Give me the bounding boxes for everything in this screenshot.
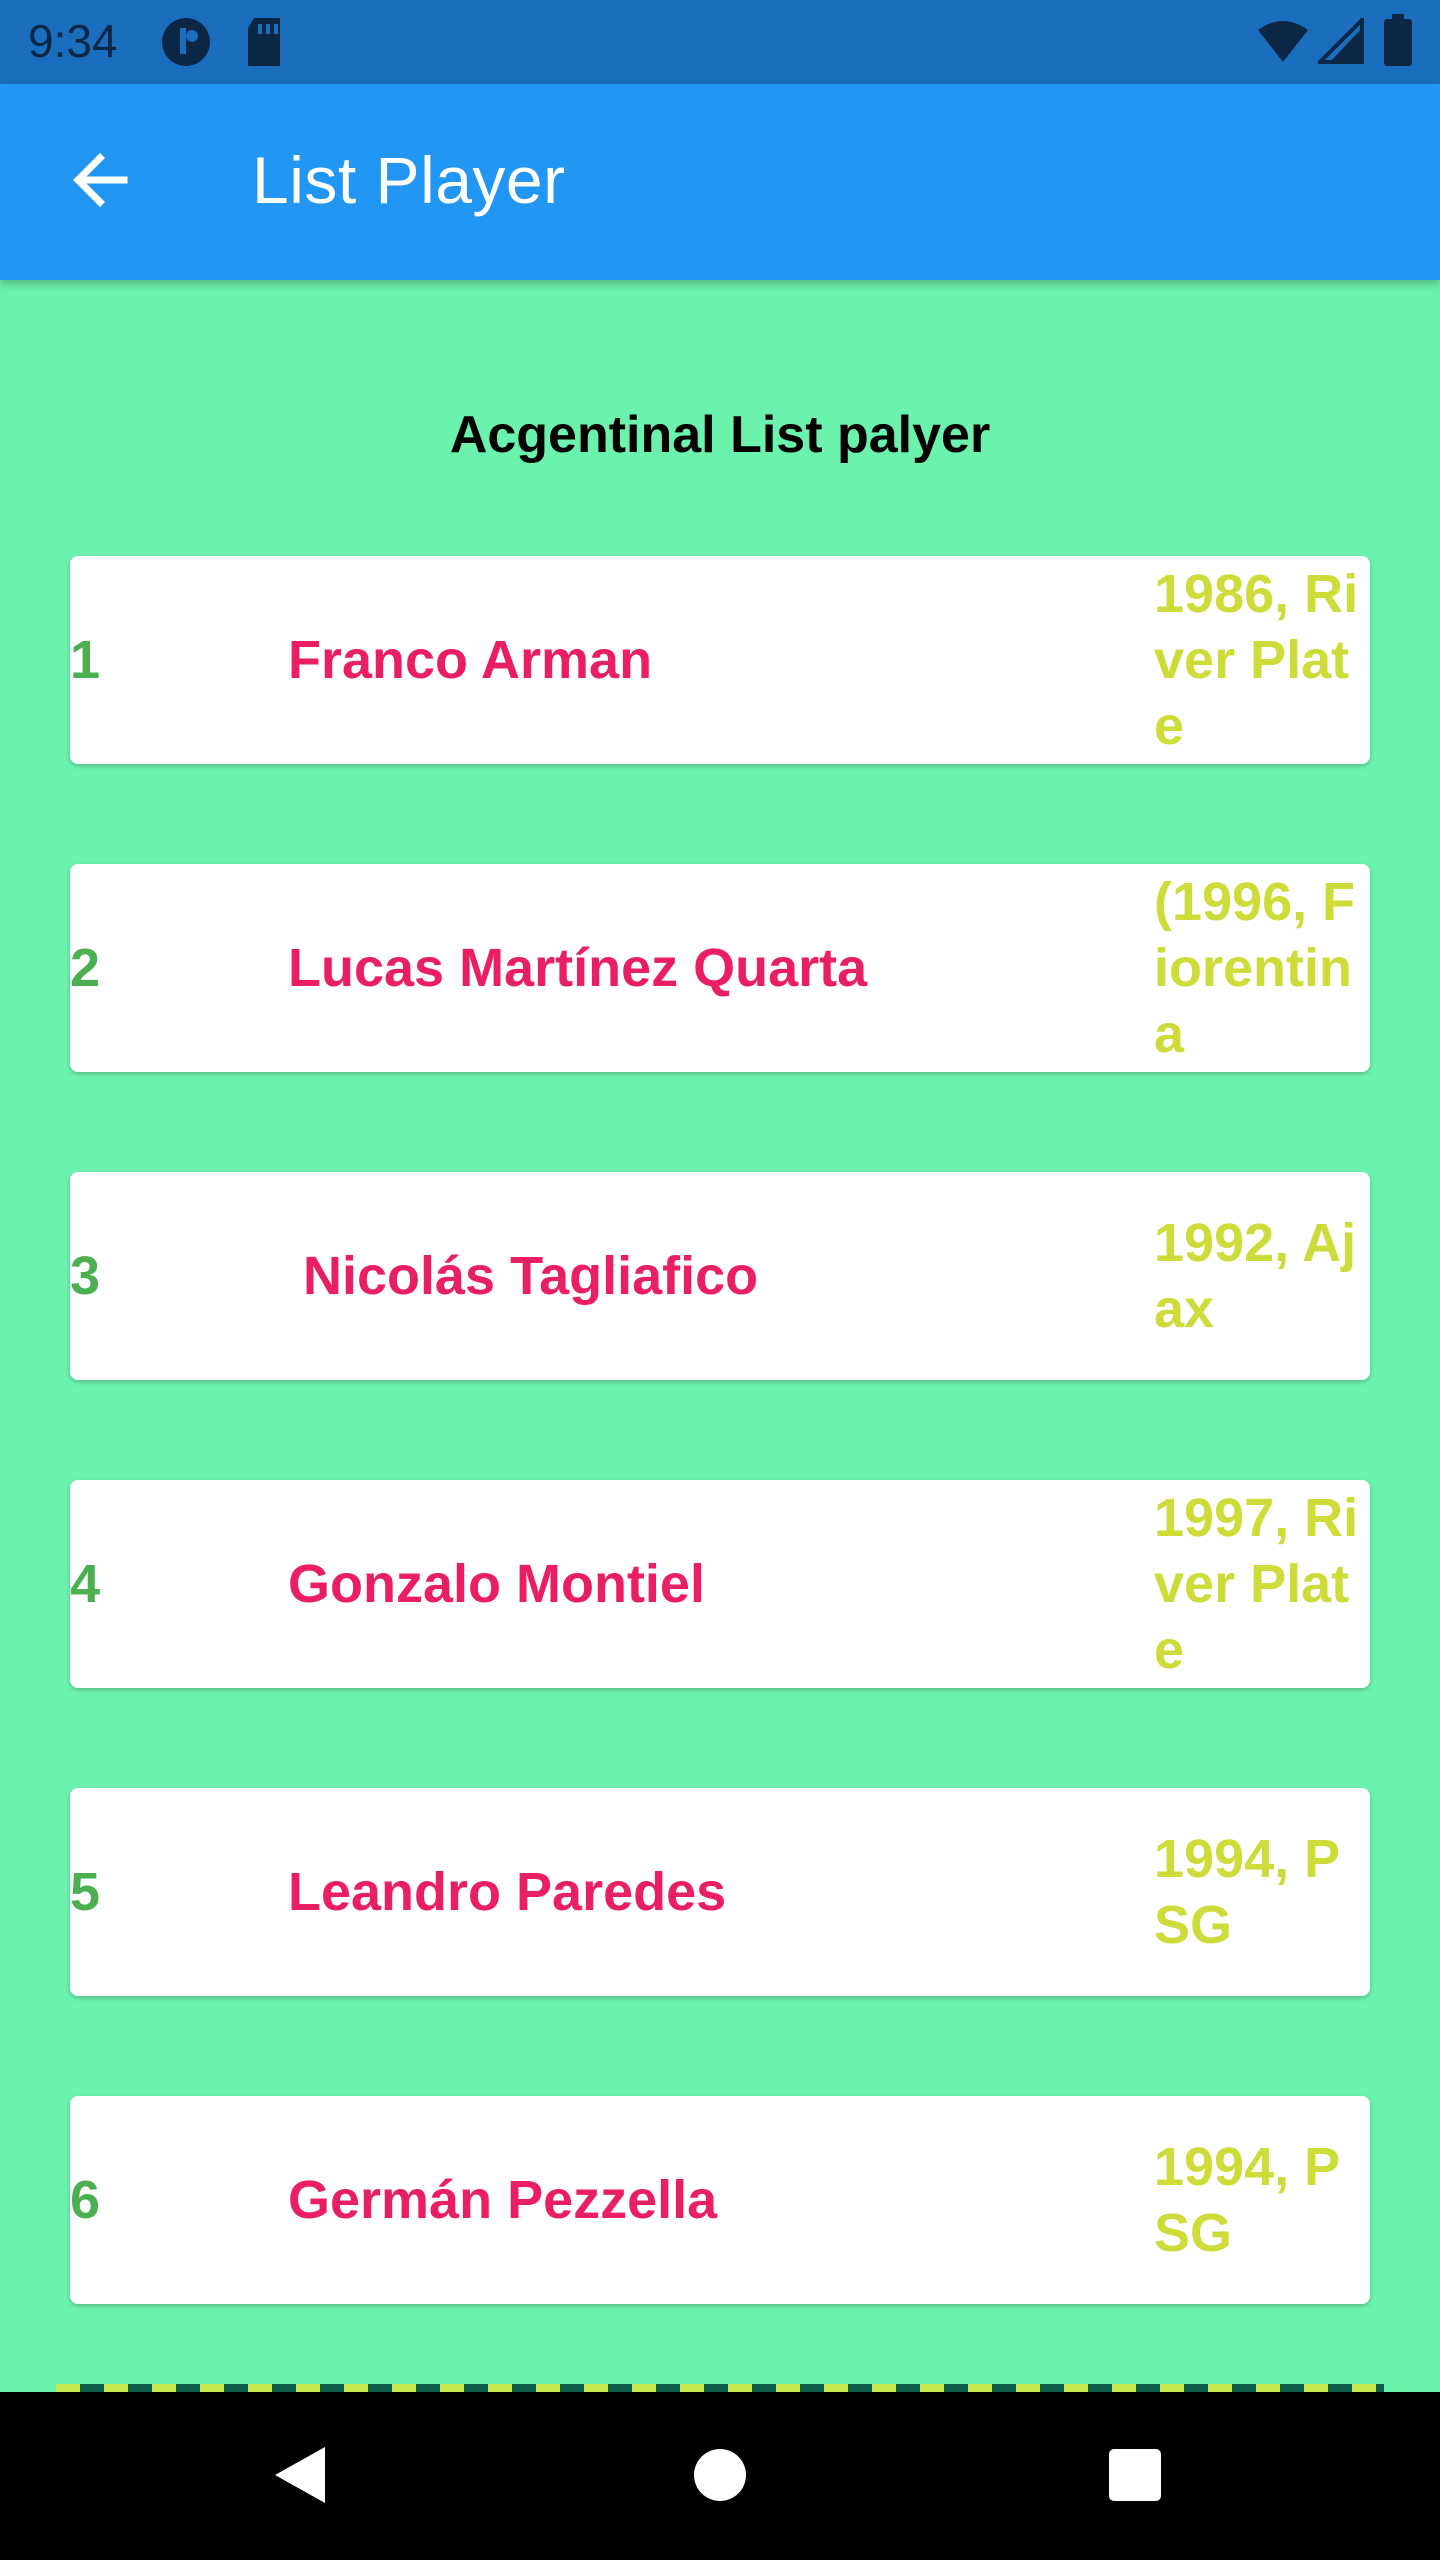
status-time: 9:34 [28, 15, 118, 67]
player-name: Germán Pezzella [288, 2170, 718, 2230]
wifi-icon [1256, 18, 1310, 69]
player-name: Franco Arman [288, 630, 653, 690]
player-card[interactable]: 6 Germán Pezzella 1994, PSG [70, 2096, 1370, 2304]
player-name: Leandro Paredes [288, 1862, 727, 1922]
arrow-back-icon [68, 148, 132, 217]
sd-card-icon [244, 16, 284, 73]
player-number: 3 [70, 1246, 101, 1306]
battery-icon [1384, 14, 1412, 71]
player-name: Nicolás Tagliafico [288, 1246, 759, 1306]
player-card[interactable]: 4 Gonzalo Montiel 1997, River Plate [70, 1480, 1370, 1688]
list-heading: Acgentinal List palyer [449, 406, 991, 464]
player-name: Lucas Martínez Quarta [288, 938, 868, 998]
nav-home-button[interactable] [675, 2432, 765, 2522]
player-info: 1997, River Plate [1154, 1488, 1359, 1680]
home-circle-icon [692, 2447, 748, 2508]
player-number: 4 [70, 1554, 101, 1614]
signal-icon [1315, 15, 1364, 69]
nav-back-button[interactable] [254, 2432, 344, 2522]
overflow-indicator [56, 2384, 1384, 2392]
player-info: (1996, Fiorentina [1154, 872, 1356, 1064]
player-card[interactable]: 1 Franco Arman 1986, River Plate [70, 556, 1370, 764]
player-number: 2 [70, 938, 101, 998]
player-info: 1994, PSG [1154, 2137, 1341, 2263]
back-triangle-icon [269, 2443, 329, 2512]
back-button[interactable] [52, 134, 148, 230]
player-number: 6 [70, 2170, 101, 2230]
player-info: 1986, River Plate [1154, 564, 1359, 756]
status-bar: 9:34 [0, 0, 1440, 84]
player-info: 1994, PSG [1154, 1829, 1341, 1955]
app-bar: List Player [0, 84, 1440, 280]
player-name: Gonzalo Montiel [288, 1554, 705, 1614]
player-number: 1 [70, 630, 101, 690]
nav-recents-button[interactable] [1090, 2432, 1180, 2522]
player-card[interactable]: 5 Leandro Paredes 1994, PSG [70, 1788, 1370, 1996]
player-card[interactable]: 2 Lucas Martínez Quarta (1996, Fiorentin… [70, 864, 1370, 1072]
recents-square-icon [1107, 2447, 1163, 2508]
player-card[interactable]: 3 Nicolás Tagliafico 1992, Ajax [70, 1172, 1370, 1380]
player-number: 5 [70, 1862, 101, 1922]
navigation-bar [0, 2392, 1440, 2560]
page-title: List Player [252, 143, 566, 217]
player-info: 1992, Ajax [1154, 1213, 1357, 1339]
notification-icon [160, 16, 212, 73]
